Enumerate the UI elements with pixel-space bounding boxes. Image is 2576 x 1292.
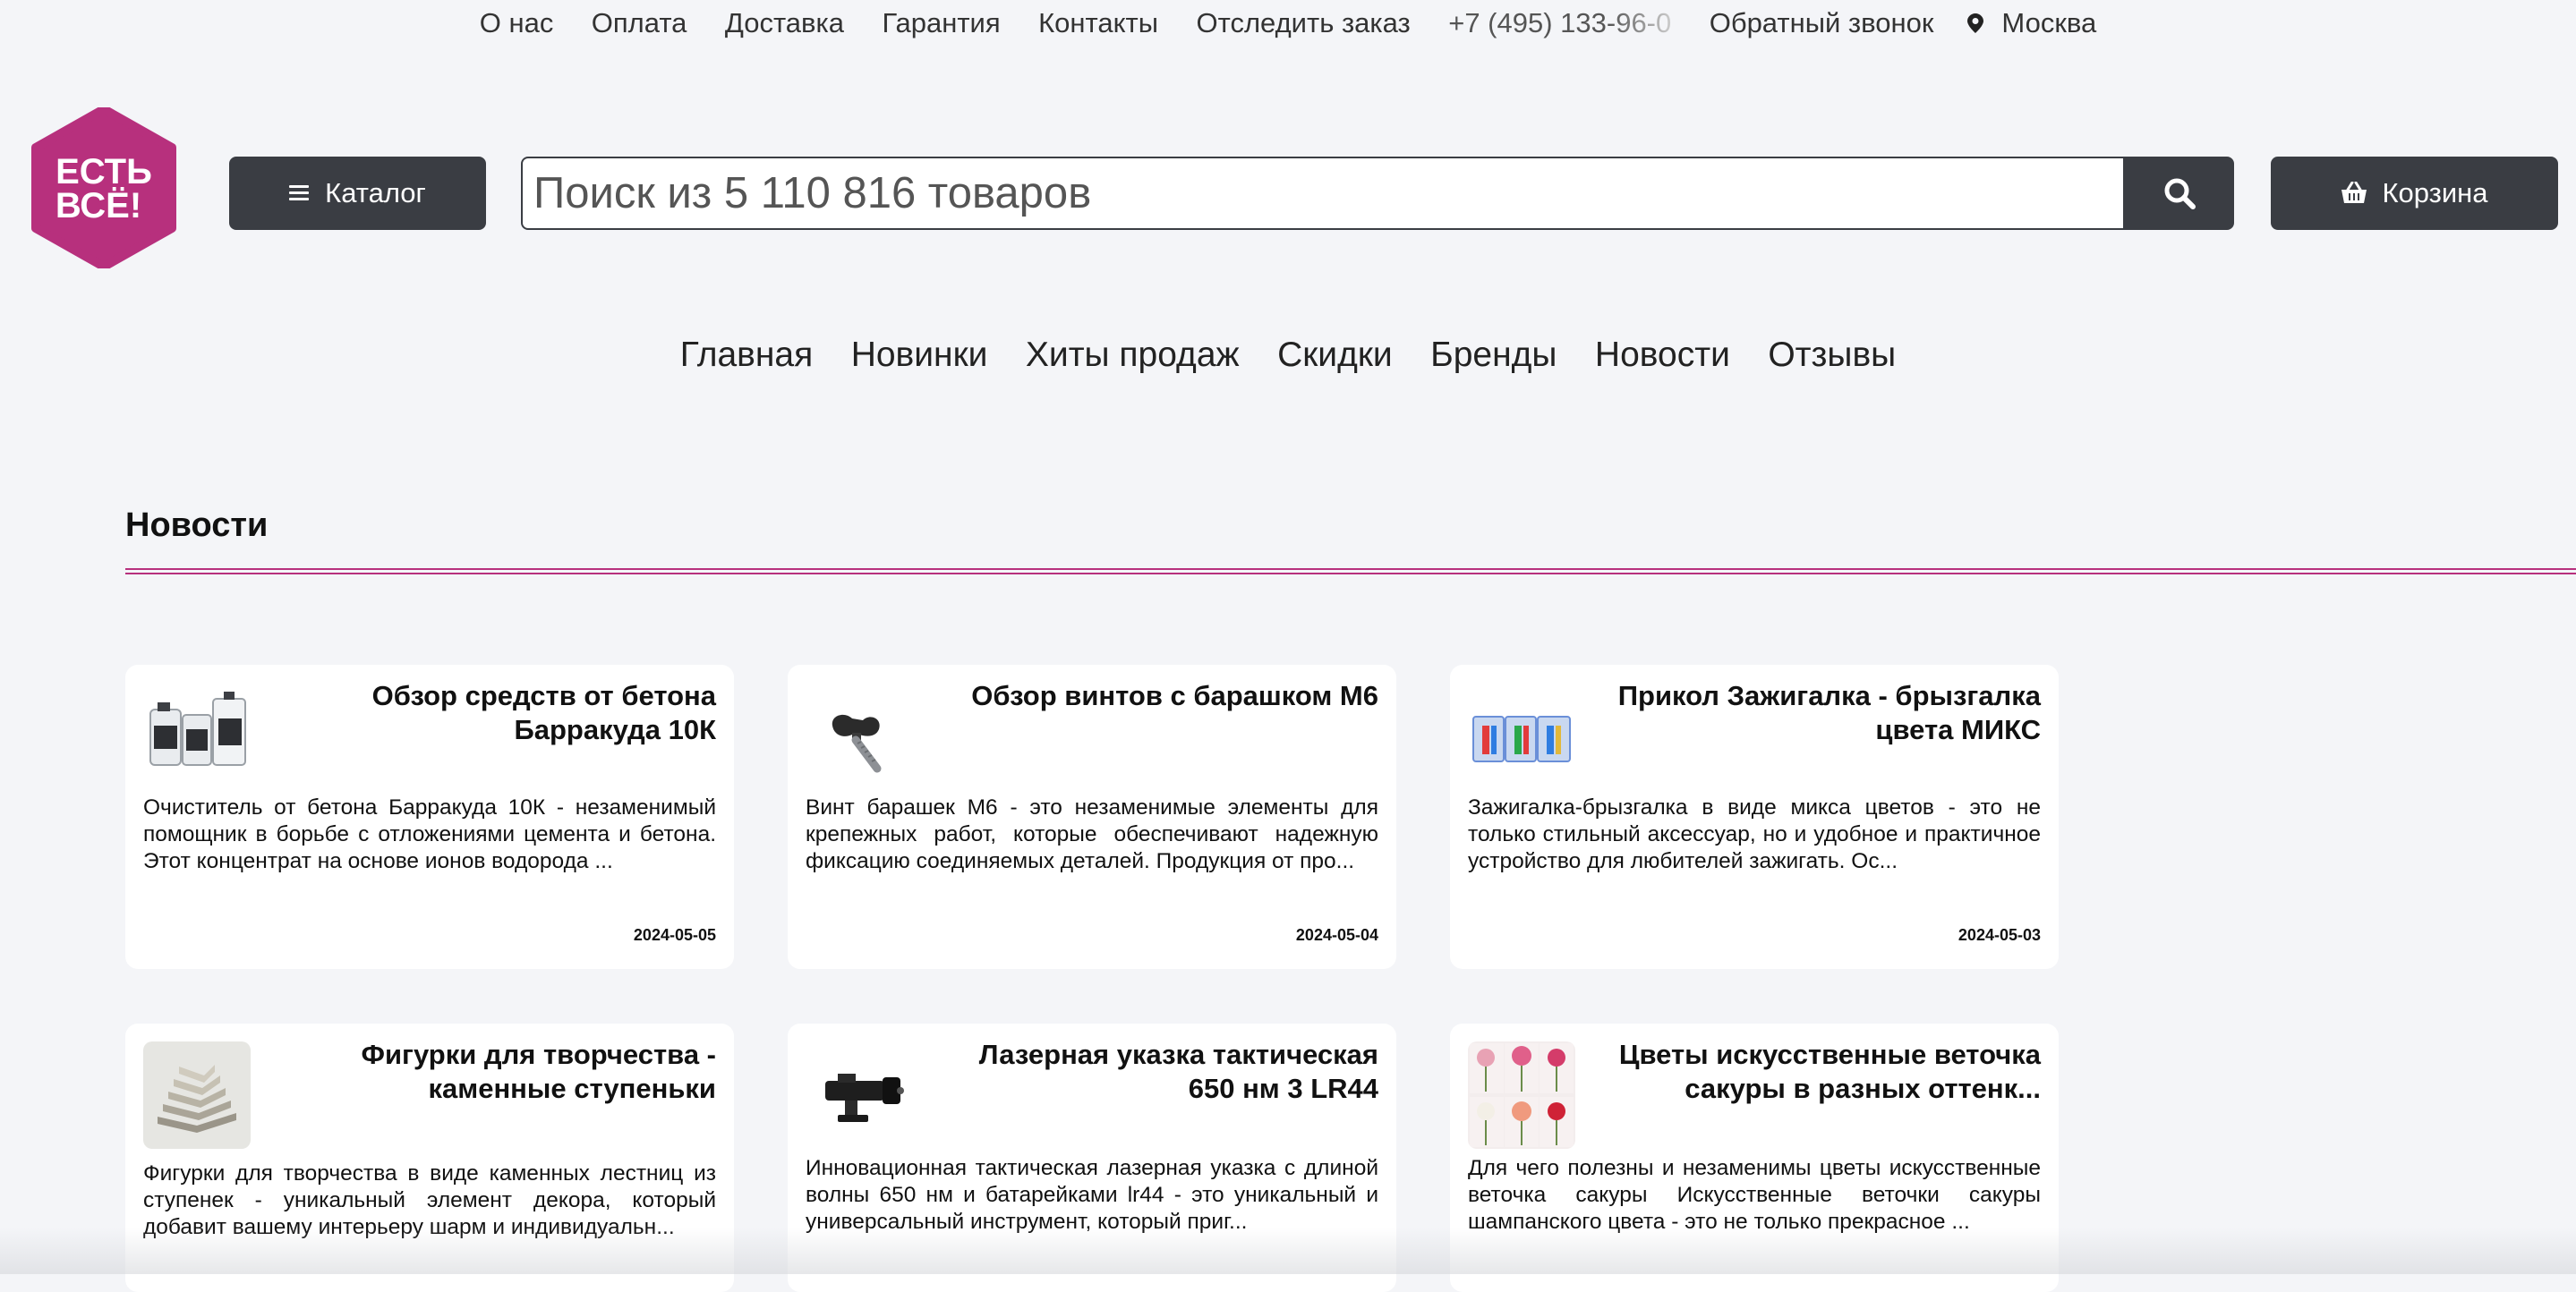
nav-item-discounts[interactable]: Скидки	[1277, 336, 1393, 375]
cart-button-label: Корзина	[2382, 177, 2488, 208]
topbar-phone[interactable]: +7 (495) 133-96-0	[1448, 7, 1671, 39]
news-card[interactable]: Лазерная указка тактическая 650 нм 3 LR4…	[788, 1024, 1396, 1292]
news-card-excerpt: Винт барашек М6 - это незаменимые элемен…	[806, 795, 1378, 873]
catalog-button-label: Каталог	[325, 177, 426, 208]
catalog-button[interactable]: Каталог	[229, 157, 486, 230]
news-card[interactable]: Цветы искусственные веточка сакуры в раз…	[1450, 1024, 2059, 1292]
topbar-callback[interactable]: Обратный звонок	[1710, 7, 1934, 39]
search-bar	[521, 157, 2234, 230]
search-button[interactable]	[2125, 157, 2234, 230]
menu-icon	[289, 185, 310, 201]
nav-item-home[interactable]: Главная	[680, 336, 813, 375]
news-card[interactable]: Обзор средств от бетона Барракуда 10К Оч…	[125, 665, 734, 969]
nav-item-news[interactable]: Новости	[1595, 336, 1730, 375]
logo-text-line2: ВСЁ!	[55, 186, 141, 225]
news-card-date: 2024-05-04	[1295, 926, 1378, 944]
news-card-title[interactable]: Фигурки для творчества - каменные ступен…	[269, 1038, 716, 1106]
news-card[interactable]: Обзор винтов с барашком М6 Винт барашек …	[788, 665, 1396, 969]
topbar-link-track-order[interactable]: Отследить заказ	[1196, 7, 1410, 39]
search-input[interactable]	[521, 157, 2125, 230]
news-card-date: 2024-05-05	[633, 926, 716, 944]
nav-item-new[interactable]: Новинки	[851, 336, 988, 375]
search-icon	[2164, 178, 2196, 209]
news-card-excerpt: Очиститель от бетона Барракуда 10К - нез…	[143, 795, 716, 873]
news-card-title[interactable]: Прикол Зажигалка - брызгалка цвета МИКС	[1593, 679, 2041, 747]
news-thumbnail-lighter	[1468, 683, 1575, 790]
news-card-title[interactable]: Обзор винтов с барашком М6	[931, 679, 1378, 713]
nav-item-reviews[interactable]: Отзывы	[1768, 336, 1896, 375]
topbar-link-about[interactable]: О нас	[480, 7, 554, 39]
topbar-link-delivery[interactable]: Доставка	[725, 7, 844, 39]
page-title: Новости	[125, 506, 269, 544]
news-thumbnail-stone-steps	[143, 1041, 251, 1149]
news-card-title[interactable]: Лазерная указка тактическая 650 нм 3 LR4…	[931, 1038, 1378, 1106]
topbar-city[interactable]: Москва	[2001, 7, 2096, 39]
basket-icon	[2341, 182, 2367, 203]
nav-item-brands[interactable]: Бренды	[1430, 336, 1557, 375]
location-pin-icon	[1967, 13, 1984, 33]
site-logo[interactable]: ЕСТЬ ВСЁ!	[30, 107, 177, 268]
top-utility-bar: О нас Оплата Доставка Гарантия Контакты …	[0, 7, 2576, 52]
section-divider	[125, 568, 2576, 574]
nav-item-bestsellers[interactable]: Хиты продаж	[1026, 336, 1240, 375]
cart-button[interactable]: Корзина	[2271, 157, 2558, 230]
news-card-excerpt: Инновационная тактическая лазерная указк…	[806, 1156, 1378, 1234]
news-card-excerpt: Зажигалка-брызгалка в виде микса цветов …	[1468, 795, 2041, 873]
news-card[interactable]: Прикол Зажигалка - брызгалка цвета МИКС …	[1450, 665, 2059, 969]
news-card-title[interactable]: Обзор средств от бетона Барракуда 10К	[269, 679, 716, 747]
news-card-excerpt: Для чего полезны и незаменимы цветы иску…	[1468, 1156, 2041, 1234]
news-thumbnail-sakura-flowers	[1468, 1041, 1575, 1149]
news-card-title[interactable]: Цветы искусственные веточка сакуры в раз…	[1593, 1038, 2041, 1106]
news-card[interactable]: Фигурки для творчества - каменные ступен…	[125, 1024, 734, 1292]
topbar-link-contacts[interactable]: Контакты	[1038, 7, 1158, 39]
news-thumbnail-wing-screw	[806, 683, 913, 790]
news-thumbnail-laser-pointer	[806, 1041, 913, 1149]
news-card-date: 2024-05-03	[1958, 926, 2041, 944]
main-nav: Главная Новинки Хиты продаж Скидки Бренд…	[0, 336, 2576, 375]
topbar-link-warranty[interactable]: Гарантия	[882, 7, 1000, 39]
news-card-excerpt: Фигурки для творчества в виде каменных л…	[143, 1161, 716, 1239]
news-thumbnail-concrete-cleaner	[143, 683, 251, 790]
topbar-link-payment[interactable]: Оплата	[592, 7, 687, 39]
